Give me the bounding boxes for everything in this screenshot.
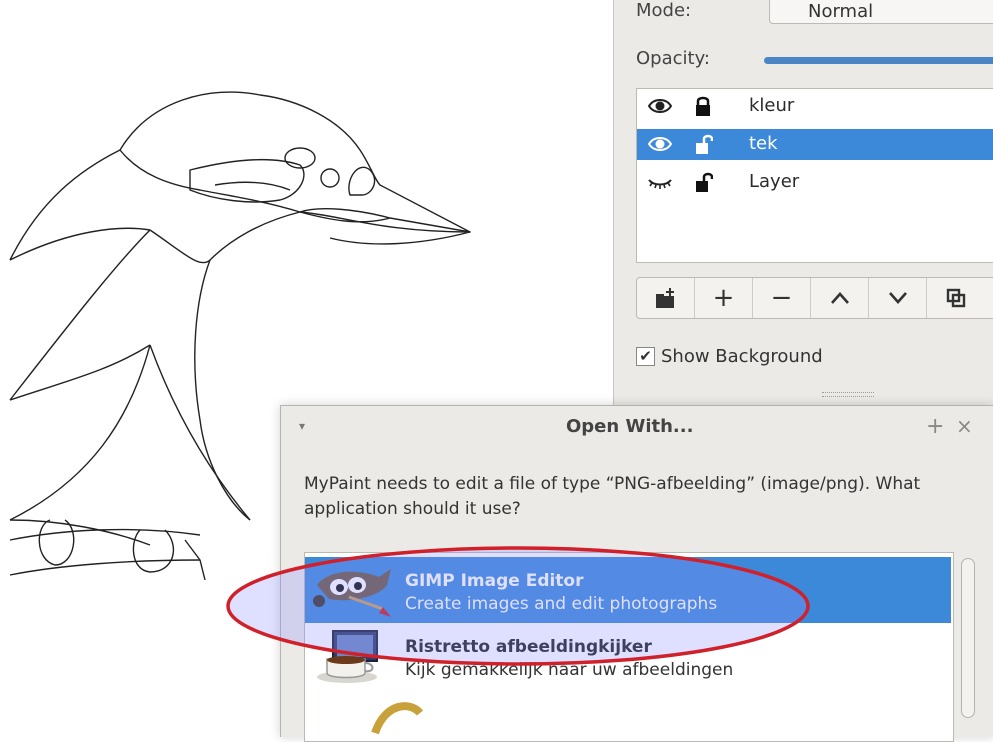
plus-icon: + bbox=[712, 283, 735, 313]
open-with-dialog: ▾ Open With... + × MyPaint needs to edit… bbox=[280, 405, 993, 742]
lock-open-icon[interactable] bbox=[693, 171, 713, 193]
eye-icon[interactable] bbox=[647, 133, 673, 155]
move-layer-down-button[interactable] bbox=[869, 278, 927, 318]
app-name: Ristretto afbeeldingkijker bbox=[405, 637, 652, 657]
eye-icon[interactable] bbox=[647, 95, 673, 117]
remove-layer-button[interactable]: − bbox=[753, 278, 811, 318]
move-layer-up-button[interactable] bbox=[811, 278, 869, 318]
show-background-checkbox[interactable]: ✔ Show Background bbox=[636, 346, 823, 367]
application-list: GIMP Image Editor Create images and edit… bbox=[304, 552, 954, 742]
chevron-up-icon bbox=[830, 292, 849, 304]
app-icon-partial bbox=[371, 702, 424, 735]
layer-name: kleur bbox=[749, 95, 795, 116]
app-list-scrollbar[interactable] bbox=[961, 558, 975, 718]
gimp-icon bbox=[313, 569, 391, 617]
opacity-slider[interactable] bbox=[764, 57, 993, 64]
duplicate-icon bbox=[946, 288, 965, 308]
add-group-icon bbox=[655, 288, 674, 308]
layer-toolbar: + − bbox=[636, 277, 993, 319]
close-icon[interactable]: × bbox=[956, 414, 973, 438]
dialog-message: MyPaint needs to edit a file of type “PN… bbox=[304, 474, 921, 519]
dialog-title: Open With... bbox=[566, 416, 694, 437]
minus-icon: − bbox=[770, 283, 793, 313]
blend-mode-value: Normal bbox=[808, 1, 874, 22]
eye-closed-icon[interactable] bbox=[647, 171, 673, 193]
opacity-label: Opacity: bbox=[636, 48, 710, 69]
ristretto-icon bbox=[317, 630, 378, 683]
layer-name: tek bbox=[749, 133, 778, 154]
mode-label: Mode: bbox=[636, 0, 692, 21]
lock-closed-icon[interactable] bbox=[693, 95, 713, 117]
app-description: Create images and edit photographs bbox=[405, 594, 718, 614]
app-description: Kijk gemakkelijk naar uw afbeeldingen bbox=[405, 660, 734, 680]
layer-name: Layer bbox=[749, 171, 800, 192]
maximize-icon[interactable]: + bbox=[926, 414, 944, 439]
dialog-titlebar[interactable]: ▾ Open With... + × bbox=[281, 406, 993, 450]
blend-mode-dropdown[interactable]: Normal bbox=[769, 0, 993, 24]
pane-resize-grip[interactable] bbox=[822, 392, 874, 397]
checkmark-icon: ✔ bbox=[636, 347, 655, 366]
app-name: GIMP Image Editor bbox=[405, 571, 584, 591]
layers-panel: Mode: Normal Opacity: kleur tek Layer + … bbox=[613, 0, 993, 420]
layer-row-layer[interactable]: Layer bbox=[637, 167, 993, 198]
layer-row-kleur[interactable]: kleur bbox=[637, 91, 993, 122]
app-item-ristretto[interactable]: Ristretto afbeeldingkijker Kijk gemakkel… bbox=[305, 623, 951, 689]
add-layer-button[interactable]: + bbox=[695, 278, 753, 318]
add-group-button[interactable] bbox=[637, 278, 695, 318]
layer-row-tek[interactable]: tek bbox=[637, 129, 993, 160]
layer-list: kleur tek Layer bbox=[636, 88, 993, 263]
app-item-gimp[interactable]: GIMP Image Editor Create images and edit… bbox=[305, 557, 951, 623]
duplicate-layer-button[interactable] bbox=[927, 278, 984, 318]
lock-open-icon[interactable] bbox=[693, 133, 713, 155]
show-background-label: Show Background bbox=[661, 346, 823, 367]
chevron-down-icon bbox=[888, 292, 907, 304]
window-menu-icon[interactable]: ▾ bbox=[299, 419, 305, 433]
